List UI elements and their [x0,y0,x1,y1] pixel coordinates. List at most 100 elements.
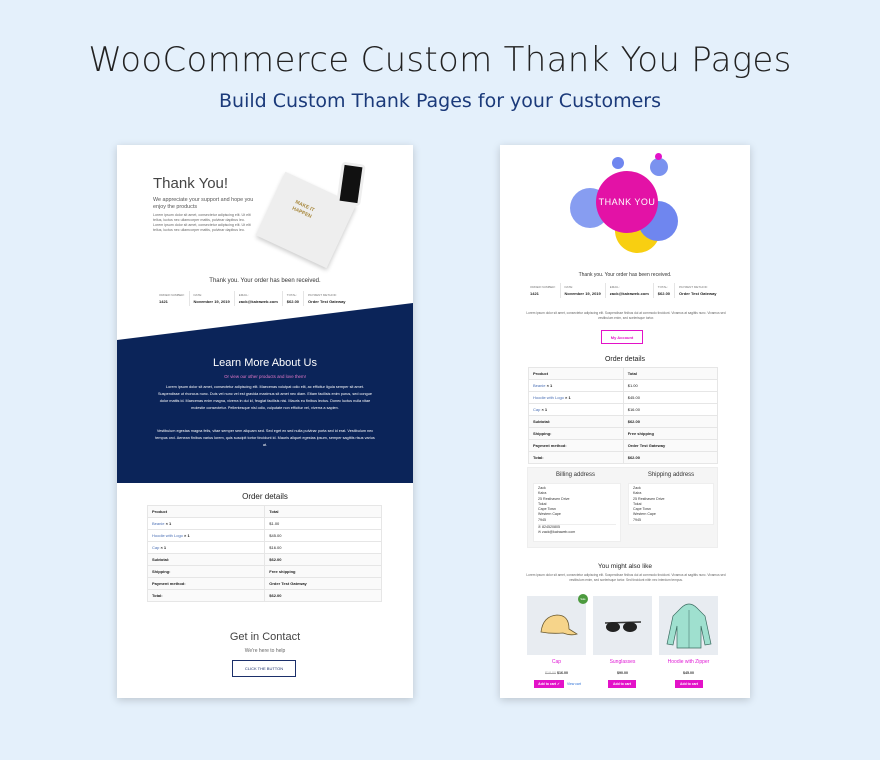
totals-label: Total: [146,589,266,602]
phone-icon [336,161,366,207]
overview-value: November 19, 2019 [564,291,601,296]
product-link[interactable]: Beanie [152,521,164,526]
product-price: $45.00 [683,671,694,675]
left-thank-you-page: Thank You! We appreciate your support an… [117,145,413,698]
click-the-button[interactable]: CLICK THE BUTTON [232,660,296,677]
right-thank-you-page: THANK YOU Thank you. Your order has been… [500,145,750,698]
product-link[interactable]: Hoodie with Logo [152,533,183,538]
product-image-hoodie[interactable] [659,596,718,655]
overview-value: 1421 [530,291,539,296]
thank-you-bubbles-graphic: THANK YOU [560,153,690,258]
product-link[interactable]: Cap [533,407,540,412]
qty: × 1 [565,395,571,400]
col-product: Product [146,505,266,518]
col-total: Total [622,367,719,380]
view-cart-link[interactable]: View cart [567,682,581,686]
totals-label: Subtotal: [528,415,624,428]
order-overview: ORDER NUMBER: 1421 DATE: November 19, 2019… [526,283,721,298]
qty: × 1 [160,545,167,550]
add-to-cart-button[interactable]: Add to cart [608,680,636,688]
col-product: Product [528,367,624,380]
sale-badge: Sale [578,594,588,604]
totals-label: Payment method: [528,439,624,452]
qty: × 1 [165,521,172,526]
overview-label: EMAIL: [609,285,620,289]
totals-label: Total: [528,451,624,464]
product-link[interactable]: Beanie [533,383,545,388]
totals-row: Payment method: Order Test Gateway [146,577,382,590]
order-details-table: Product Total Beanie × 1 $1.00 Hoodie with… [146,505,382,602]
overview-value: zack@kairaweb.com [609,291,649,296]
shipping-address: Zack Kaira 25 Resthaven Drive Tokai Cape… [628,483,714,525]
about-paragraph-1: Lorem ipsum dolor sit amet, consectetur … [158,385,372,410]
product-name[interactable]: Cap [527,659,586,665]
add-to-cart-button[interactable]: Add to cart [675,680,703,688]
billing-phone: 824520805 [542,525,561,530]
product-link[interactable]: Cap [152,545,159,550]
hero-notebook-image: MAKE IT HAPPEN [255,161,377,269]
table-row: Hoodie with Logo × 1 $45.00 [146,529,382,542]
overview-label: PAYMENT METHOD: [679,285,708,289]
overview-value: Order Test Gateway [308,299,346,304]
col-total: Total [264,505,382,518]
product-name[interactable]: Hoodie with Zipper [659,659,718,665]
totals-label: Shipping: [528,427,624,440]
line-total: $45.00 [264,529,382,542]
totals-row: Shipping: Free shipping [528,427,719,440]
my-account-button[interactable]: My Account [601,330,643,344]
totals-label: Subtotal: [146,553,266,566]
product-image-cap[interactable]: Sale [527,594,588,655]
overview-label: ORDER NUMBER: [530,285,556,289]
totals-row: Subtotal: $62.00 [528,415,719,428]
totals-value: Order Test Gateway [622,439,719,452]
overview-value: Order Test Gateway [679,291,717,296]
billing-email: zack@kairaweb.com [542,530,576,535]
totals-value: Free shipping [264,565,382,578]
overview-label: DATE: [564,285,574,289]
overview-value: $62.00 [657,291,671,296]
table-header: Product Total [146,505,382,518]
totals-value: $62.00 [264,589,382,602]
overview-value: zack@kairaweb.com [238,299,278,304]
hoodie-icon [666,603,712,649]
overview-value: $62.00 [286,299,300,304]
order-details-title: Order details [604,356,646,363]
totals-value: $62.00 [622,415,719,428]
overview-label: DATE: [193,293,203,297]
intro-text: Lorem ipsum dolor sit amet, consectetur … [526,311,726,320]
cap-icon [540,614,578,636]
banner-title: WooCommerce Custom Thank You Pages [88,40,792,80]
add-to-cart-button[interactable]: Add to cart ✓ [534,680,564,688]
table-row: Cap × 1 $16.00 [528,403,719,416]
billing-lines: Zack Kaira 25 Resthaven Drive Tokai Cape… [538,486,616,526]
product-name[interactable]: Sunglasses [593,659,652,665]
product-link[interactable]: Hoodie with Logo [533,395,564,400]
product-image-sunglasses[interactable] [593,596,652,655]
totals-label: Payment method: [146,577,266,590]
totals-label: Shipping: [146,565,266,578]
line-total: $45.00 [622,391,719,404]
overview-value: November 19, 2019 [193,299,230,304]
order-received-text: Thank you. Your order has been received. [209,278,321,284]
totals-row: Total: $62.00 [528,451,719,464]
order-received-text: Thank you. Your order has been received. [578,272,672,278]
overview-label: ORDER NUMBER: [159,293,185,297]
line-total: $16.00 [622,403,719,416]
about-title: Learn More About Us [213,357,317,369]
overview-label: PAYMENT METHOD: [308,293,337,297]
upsell-title: You might also like [598,563,652,570]
product-price: $18.00 $16.00 [527,671,586,675]
line-total: $1.00 [264,517,382,530]
table-row: Hoodie with Logo × 1 $45.00 [528,391,719,404]
totals-row: Shipping: Free shipping [146,565,382,578]
contact-subtitle: We're here to help [244,648,286,654]
product-price: $90.00 [617,671,628,675]
billing-title: Billing address [555,472,596,478]
contact-title: Get in Contact [229,631,301,643]
upsell-text: Lorem ipsum dolor sit amet, consectetur … [526,573,726,582]
shipping-title: Shipping address [647,472,695,478]
qty: × 1 [546,383,553,388]
table-header: Product Total [528,367,719,380]
overview-label: TOTAL: [657,285,669,289]
totals-row: Payment method: Order Test Gateway [528,439,719,452]
